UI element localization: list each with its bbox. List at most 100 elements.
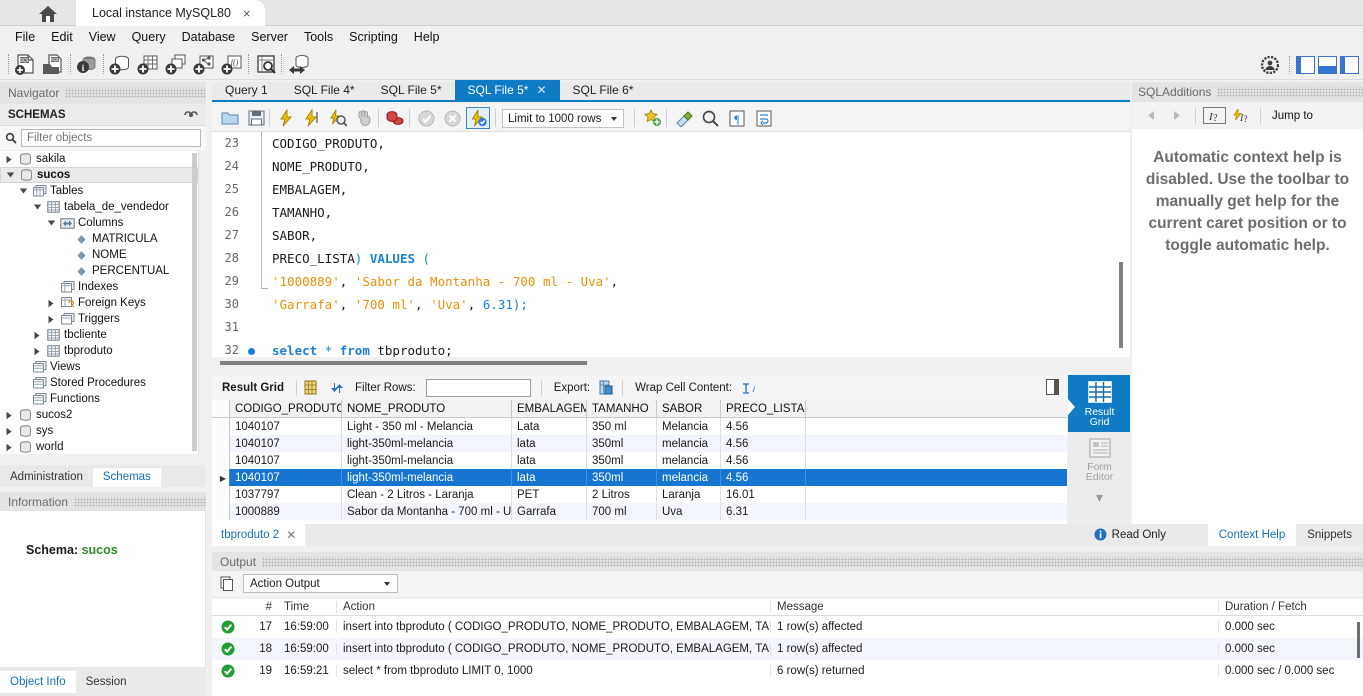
tree-scrollbar[interactable] <box>192 153 197 451</box>
cell-embalagem[interactable]: Lata <box>512 418 587 435</box>
tree-item-functions[interactable]: Functions <box>0 391 198 407</box>
code-line-29[interactable]: 29 '1000889', 'Sabor da Montanha - 700 ml… <box>212 270 1112 293</box>
tree-item-tbcliente[interactable]: tbcliente <box>0 327 198 343</box>
table-row[interactable]: 1040107 light-350ml-melancia lata 350ml mela… <box>212 435 1067 452</box>
new-view-icon[interactable] <box>163 52 189 77</box>
output-vertical-scrollbar[interactable] <box>1357 622 1360 658</box>
tab-schemas[interactable]: Schemas <box>92 468 161 487</box>
home-button[interactable] <box>26 2 70 26</box>
new-table-icon[interactable] <box>135 52 161 77</box>
tree-item-sakila[interactable]: sakila <box>0 151 198 167</box>
tree-item-sys[interactable]: sys <box>0 423 198 439</box>
tree-twisty-icon[interactable] <box>33 331 46 340</box>
tree-item-indexes[interactable]: Indexes <box>0 279 198 295</box>
new-schema-icon[interactable] <box>107 52 133 77</box>
tab-object-info[interactable]: Object Info <box>0 670 76 693</box>
column-header-nome-produto[interactable]: NOME_PRODUTO <box>342 400 512 417</box>
tree-item-tabela-de-vendedor[interactable]: tabela_de_vendedor <box>0 199 198 215</box>
auto-commit-icon[interactable] <box>466 107 490 129</box>
cell-embalagem[interactable]: Garrafa <box>512 503 587 520</box>
tree-twisty-icon[interactable] <box>47 299 60 308</box>
menu-item-help[interactable]: Help <box>406 28 448 46</box>
tree-item-percentual[interactable]: PERCENTUAL <box>0 263 198 279</box>
search-data-icon[interactable] <box>253 52 279 77</box>
tree-twisty-icon[interactable] <box>33 347 46 356</box>
sql-code-editor[interactable]: 23 CODIGO_PRODUTO, 24 NOME_PRODUTO, 25 EMBALA… <box>212 132 1112 357</box>
cell-embalagem[interactable]: PET <box>512 486 587 503</box>
arrow-right-icon[interactable] <box>1166 110 1188 121</box>
cell-sabor[interactable]: melancia <box>657 469 721 486</box>
cell-nome_produto[interactable]: light-350ml-melancia <box>342 469 512 486</box>
code-line-30[interactable]: 30 'Garrafa', '700 ml', 'Uva', 6.31); <box>212 293 1112 316</box>
tree-item-world[interactable]: world <box>0 439 198 454</box>
tree-item-sucos[interactable]: sucos <box>0 167 198 183</box>
grid-view-icon[interactable] <box>301 378 321 398</box>
editor-tab-4[interactable]: SQL File 6* <box>560 80 647 100</box>
code-line-24[interactable]: 24 NOME_PRODUTO, <box>212 155 1112 178</box>
code-line-31[interactable]: 31 <box>212 316 1112 339</box>
cell-nome_produto[interactable]: Sabor da Montanha - 700 ml - Uva <box>342 503 512 520</box>
beautify-icon[interactable] <box>640 107 664 129</box>
tab-snippets[interactable]: Snippets <box>1296 524 1363 546</box>
code-line-26[interactable]: 26 TAMANHO, <box>212 201 1112 224</box>
output-row[interactable]: 17 16:59:00 insert into tbproduto ( CODIGO… <box>212 616 1363 638</box>
toggle-secondary-sidebar-button[interactable] <box>1340 56 1359 74</box>
column-header-codigo-produto[interactable]: CODIGO_PRODUTO <box>230 400 342 417</box>
filter-objects-input[interactable] <box>21 129 201 147</box>
account-icon[interactable] <box>1257 54 1283 76</box>
editor-tab-2[interactable]: SQL File 5* <box>368 80 455 100</box>
cell-nome_produto[interactable]: Clean - 2 Litros - Laranja <box>342 486 512 503</box>
menu-item-scripting[interactable]: Scripting <box>341 28 406 46</box>
cell-embalagem[interactable]: lata <box>512 435 587 452</box>
chevron-down-icon[interactable]: ▾ <box>1068 487 1131 506</box>
cell-preco_lista[interactable]: 4.56 <box>721 418 806 435</box>
editor-tab-3[interactable]: SQL File 5* ✕ <box>454 80 560 100</box>
cell-preco_lista[interactable]: 6.31 <box>721 503 806 520</box>
output-row[interactable]: 19 16:59:21 select * from tbproduto LIMIT … <box>212 660 1363 682</box>
tree-item-stored-procedures[interactable]: Stored Procedures <box>0 375 198 391</box>
tree-twisty-icon[interactable] <box>47 219 60 227</box>
tree-twisty-icon[interactable] <box>5 443 18 452</box>
column-header-embalagem[interactable]: EMBALAGEM <box>512 400 587 417</box>
tree-twisty-icon[interactable] <box>5 155 18 164</box>
stop-icon[interactable] <box>352 107 376 129</box>
toggle-breakpoint-icon[interactable] <box>383 107 407 129</box>
code-line-27[interactable]: 27 SABOR, <box>212 224 1112 247</box>
wrap-text-icon[interactable]: A <box>738 378 758 398</box>
cell-codigo_produto[interactable]: 1040107 <box>230 452 342 469</box>
cell-tamanho[interactable]: 2 Litros <box>587 486 657 503</box>
toggle-sidebar-button[interactable] <box>1296 56 1315 74</box>
cell-tamanho[interactable]: 350ml <box>587 452 657 469</box>
commit-icon[interactable] <box>414 107 438 129</box>
cell-codigo_produto[interactable]: 1000889 <box>230 503 342 520</box>
cell-tamanho[interactable]: 350 ml <box>587 418 657 435</box>
cell-tamanho[interactable]: 350ml <box>587 469 657 486</box>
result-tab-tbproduto[interactable]: tbproduto 2 ✕ <box>212 524 306 546</box>
reconnect-dbms-icon[interactable] <box>286 52 312 77</box>
tree-twisty-icon[interactable] <box>47 315 60 324</box>
close-icon[interactable]: ✕ <box>536 83 546 97</box>
tree-twisty-icon[interactable] <box>5 427 18 436</box>
column-toggle-icon[interactable] <box>1046 379 1059 395</box>
export-icon[interactable] <box>596 378 616 398</box>
find-icon[interactable] <box>698 107 722 129</box>
instance-tab[interactable]: Local instance MySQL80 × <box>76 0 265 26</box>
tree-item-foreign-keys[interactable]: Foreign Keys <box>0 295 198 311</box>
cell-sabor[interactable]: melancia <box>657 452 721 469</box>
tab-context-help[interactable]: Context Help <box>1207 524 1297 546</box>
open-sql-script-icon[interactable]: SQL <box>40 52 66 77</box>
limit-rows-select[interactable]: Limit to 1000 rows <box>502 109 624 128</box>
result-grid[interactable]: CODIGO_PRODUTO NOME_PRODUTO EMBALAGEM TA… <box>212 400 1067 524</box>
execute-current-statement-icon[interactable] <box>300 107 324 129</box>
menu-item-edit[interactable]: Edit <box>43 28 81 46</box>
menu-item-database[interactable]: Database <box>174 28 244 46</box>
output-table[interactable]: # Time Action Message Duration / Fetch 1… <box>212 599 1363 696</box>
table-row[interactable]: 1037797 Clean - 2 Litros - Laranja PET 2 Li… <box>212 486 1067 503</box>
cell-sabor[interactable]: Melancia <box>657 418 721 435</box>
cell-codigo_produto[interactable]: 1040107 <box>230 469 342 486</box>
server-status-icon[interactable]: i <box>74 52 100 77</box>
close-icon[interactable]: ✕ <box>286 528 296 542</box>
table-row[interactable]: 1040107 light-350ml-melancia lata 350ml mela… <box>212 452 1067 469</box>
refresh-icon[interactable] <box>184 109 198 121</box>
menu-item-view[interactable]: View <box>81 28 124 46</box>
